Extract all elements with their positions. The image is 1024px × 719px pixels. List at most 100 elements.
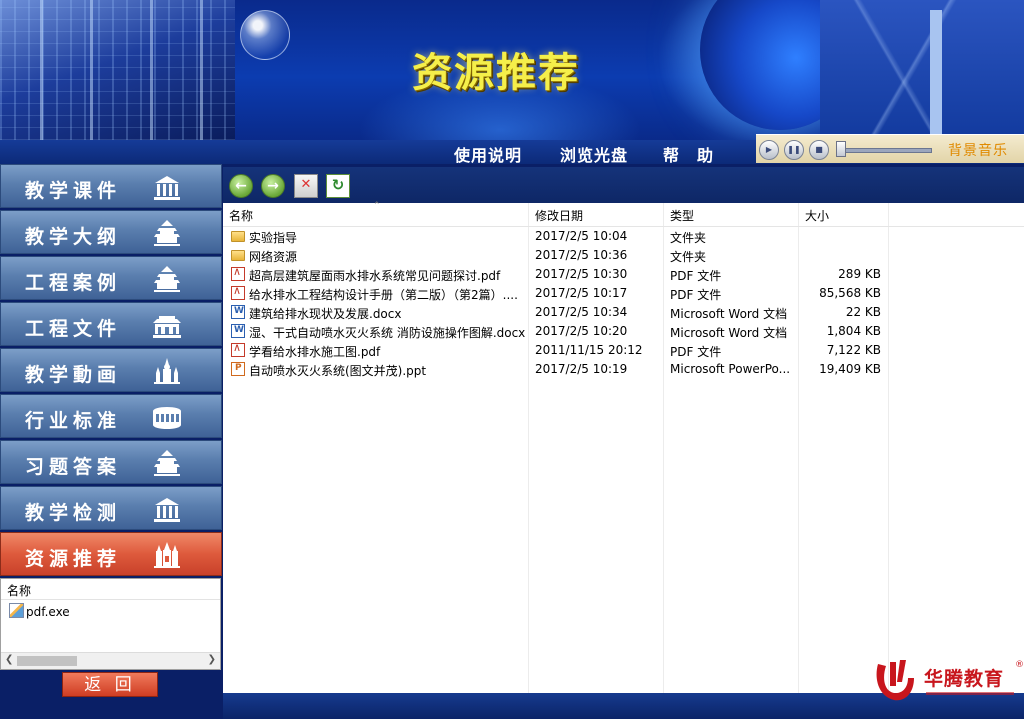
file-size: 289 KB (838, 267, 881, 281)
powerpoint-file-icon (231, 362, 245, 376)
refresh-icon[interactable]: ↻ (326, 174, 350, 198)
table-row[interactable]: 自动喷水灭火系统(图文并茂).ppt 2017/2/5 10:19 Micros… (223, 360, 1024, 379)
logo-text: 华腾教育 (924, 668, 1005, 690)
file-date: 2017/2/5 10:34 (535, 305, 628, 319)
file-type: PDF 文件 (670, 345, 722, 359)
city-photo (0, 0, 235, 140)
file-name: 建筑给排水现状及发展.docx (249, 307, 402, 321)
file-size: 1,804 KB (826, 324, 881, 338)
table-row[interactable]: 网络资源 2017/2/5 10:36 文件夹 (223, 246, 1024, 265)
file-size: 19,409 KB (819, 362, 881, 376)
menu-item-label: 工程案例 (25, 272, 122, 294)
temple-icon (154, 450, 180, 476)
file-date: 2017/2/5 10:36 (535, 248, 628, 262)
file-date: 2011/11/15 20:12 (535, 343, 643, 357)
brand-logo: 华腾教育 ® (872, 656, 1024, 712)
nav-browse-disc[interactable]: 浏览光盘 (560, 142, 628, 166)
menu-item-label: 教学動画 (25, 364, 122, 386)
nav-usage-guide[interactable]: 使用说明 (454, 142, 522, 166)
kremlin-icon (154, 358, 180, 384)
menu-item-syllabus[interactable]: 教学大纲 (0, 210, 222, 254)
table-row[interactable]: 超高层建筑屋面雨水排水系统常见问题探讨.pdf 2017/2/5 10:30 P… (223, 265, 1024, 284)
building-columns-icon (154, 498, 180, 522)
file-type: 文件夹 (670, 250, 707, 264)
menu-item-project-files[interactable]: 工程文件 (0, 302, 222, 346)
pdf-file-icon (231, 284, 245, 300)
column-header-row: ⌃ 名称 修改日期 类型 大小 (223, 201, 1024, 227)
menu-item-label: 教学课件 (25, 180, 122, 202)
table-row[interactable]: 给水排水工程结构设计手册（第二版）（第2篇）.... 2017/2/5 10:1… (223, 284, 1024, 303)
file-date: 2017/2/5 10:17 (535, 286, 628, 300)
folder-icon (231, 250, 245, 261)
column-size[interactable]: 大小 (805, 207, 829, 224)
temple-icon (154, 266, 180, 292)
volume-slider[interactable] (842, 148, 932, 153)
volume-slider-thumb[interactable] (836, 141, 846, 157)
file-name: 网络资源 (249, 250, 298, 264)
list-item[interactable]: pdf.exe (9, 603, 70, 619)
column-name[interactable]: 名称 (229, 207, 253, 224)
nav-help[interactable]: 帮 助 (663, 142, 714, 166)
file-name: 实验指导 (249, 231, 298, 245)
logo-mark-icon (876, 660, 914, 701)
table-row[interactable]: 建筑给排水现状及发展.docx 2017/2/5 10:34 Microsoft… (223, 303, 1024, 322)
file-date: 2017/2/5 10:19 (535, 362, 628, 376)
file-type: Microsoft PowerPo... (670, 362, 791, 376)
menu-item-courseware[interactable]: 教学课件 (0, 164, 222, 208)
back-button[interactable]: 返 回 (62, 672, 158, 697)
scrollbar-thumb[interactable] (17, 656, 77, 666)
file-name: 学看给水排水施工图.pdf (249, 345, 381, 359)
menu-item-standards[interactable]: 行业标准 (0, 394, 222, 438)
file-date: 2017/2/5 10:04 (535, 229, 628, 243)
menu-item-resources[interactable]: 资源推荐 (0, 532, 222, 576)
sort-ascending-icon: ⌃ (7, 582, 18, 596)
music-player: ▶ ❚❚ ■ 背景音乐 (756, 134, 1024, 163)
menu-item-label: 教学大纲 (25, 226, 122, 248)
mini-list-header[interactable]: 名称 ⌃ (1, 579, 220, 600)
table-row[interactable]: 实验指导 2017/2/5 10:04 文件夹 (223, 227, 1024, 246)
folder-icon (231, 231, 245, 242)
building-columns-icon (154, 176, 180, 200)
explorer-toolbar: ← → ✕ ↻ (223, 167, 1024, 203)
file-name: 自动喷水灭火系统(图文并茂).ppt (249, 364, 427, 378)
scroll-right-icon[interactable]: ❯ (208, 654, 216, 665)
back-icon[interactable]: ← (229, 174, 253, 198)
menu-item-label: 习题答案 (25, 456, 122, 478)
file-type: PDF 文件 (670, 288, 722, 302)
menu-item-label: 行业标准 (25, 410, 122, 432)
pause-icon[interactable]: ❚❚ (784, 140, 804, 160)
file-size: 85,568 KB (819, 286, 881, 300)
play-icon[interactable]: ▶ (759, 140, 779, 160)
file-name: pdf.exe (26, 605, 70, 619)
menu-item-animation[interactable]: 教学動画 (0, 348, 222, 392)
pdf-file-icon (231, 265, 245, 281)
table-row[interactable]: 湿、干式自动喷水灭火系统 消防设施操作图解.docx 2017/2/5 10:2… (223, 322, 1024, 341)
stop-icon[interactable]: ■ (809, 140, 829, 160)
bridge-photo (820, 0, 1024, 140)
file-date: 2017/2/5 10:30 (535, 267, 628, 281)
column-type[interactable]: 类型 (670, 207, 694, 224)
menu-item-case-study[interactable]: 工程案例 (0, 256, 222, 300)
menu-item-label: 工程文件 (25, 318, 122, 340)
table-row[interactable]: 学看给水排水施工图.pdf 2011/11/15 20:12 PDF 文件 7,… (223, 341, 1024, 360)
music-label: 背景音乐 (948, 143, 1008, 159)
forward-icon[interactable]: → (261, 174, 285, 198)
sort-ascending-icon: ⌃ (373, 201, 381, 211)
file-type: Microsoft Word 文档 (670, 326, 788, 340)
exe-file-icon (9, 603, 24, 618)
horizontal-scrollbar[interactable]: ❮ ❯ (1, 652, 220, 669)
file-name: 超高层建筑屋面雨水排水系统常见问题探讨.pdf (249, 269, 501, 283)
menu-item-label: 教学检测 (25, 502, 122, 524)
page-title: 资源推荐 (412, 50, 580, 96)
column-date[interactable]: 修改日期 (535, 207, 583, 224)
word-file-icon (231, 324, 245, 338)
header-banner: 资源推荐 (0, 0, 1024, 140)
file-type: Microsoft Word 文档 (670, 307, 788, 321)
scroll-left-icon[interactable]: ❮ (5, 654, 13, 665)
cathedral-icon (154, 542, 180, 568)
file-date: 2017/2/5 10:20 (535, 324, 628, 338)
stop-icon[interactable]: ✕ (294, 174, 318, 198)
file-type: 文件夹 (670, 231, 707, 245)
menu-item-assessment[interactable]: 教学检测 (0, 486, 222, 530)
menu-item-answers[interactable]: 习题答案 (0, 440, 222, 484)
